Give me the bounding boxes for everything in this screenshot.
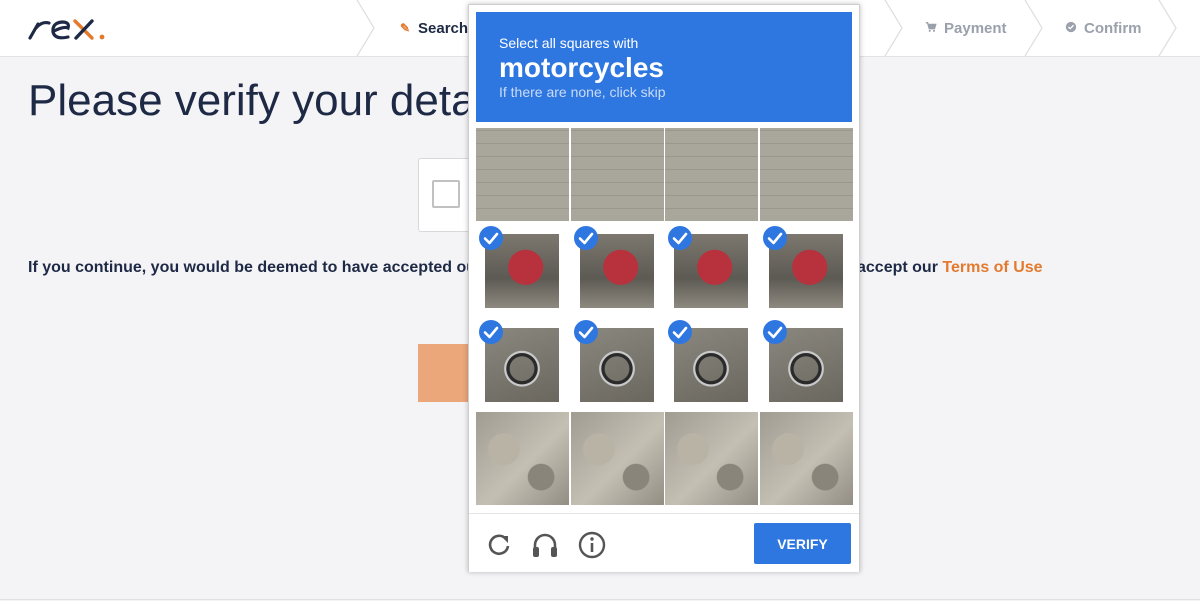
terms-suffix: accept our Terms of Use [857, 259, 1043, 277]
selected-check-icon [479, 320, 503, 344]
cart-icon [924, 21, 938, 36]
captcha-tile[interactable] [476, 128, 569, 221]
captcha-tile[interactable] [759, 128, 853, 221]
nav-step-label: Search [418, 19, 469, 37]
captcha-tile-image [476, 411, 569, 505]
captcha-hint: If there are none, click skip [499, 84, 666, 100]
captcha-tile[interactable] [665, 223, 758, 316]
captcha-tile[interactable] [759, 411, 853, 505]
nav-step-payment[interactable]: Payment [924, 0, 1007, 56]
verify-button[interactable]: VERIFY [754, 523, 851, 564]
nav-step-divider [1024, 0, 1044, 57]
captcha-tile-image [476, 128, 569, 221]
rex-logo[interactable] [28, 8, 118, 44]
selected-check-icon [573, 320, 598, 344]
selected-check-icon [573, 225, 598, 250]
captcha-tile[interactable] [760, 317, 853, 410]
selected-check-icon [479, 225, 503, 250]
footer-divider [0, 599, 1200, 600]
captcha-tile-image [570, 128, 664, 221]
captcha-tile[interactable] [476, 223, 569, 316]
selected-check-icon [762, 320, 787, 344]
captcha-tile[interactable] [665, 317, 758, 410]
captcha-tile-image [759, 128, 853, 221]
captcha-instruction: Select all squares with [499, 35, 639, 51]
captcha-tile-image [759, 411, 853, 505]
nav-step-search[interactable]: ✎ Search [398, 0, 468, 56]
captcha-tile-image [665, 128, 758, 221]
nav-step-divider [884, 0, 904, 57]
terms-suffix-text: accept our [857, 259, 938, 276]
captcha-checkbox[interactable] [432, 180, 460, 208]
nav-step-label: Payment [944, 19, 1007, 37]
headphones-icon[interactable] [530, 530, 560, 560]
captcha-tile[interactable] [570, 128, 664, 221]
terms-of-use-link[interactable]: Terms of Use [942, 259, 1042, 276]
nav-step-divider [356, 0, 376, 57]
selected-check-icon [762, 225, 787, 250]
captcha-image-grid [476, 128, 853, 505]
pencil-icon: ✎ [399, 21, 411, 35]
captcha-footer: VERIFY [469, 513, 859, 572]
nav-step-label: Confirm [1084, 19, 1142, 37]
captcha-tile[interactable] [571, 223, 664, 316]
nav-step-divider [1158, 0, 1178, 57]
captcha-tile[interactable] [476, 317, 569, 410]
selected-check-icon [668, 320, 692, 344]
captcha-header: Select all squares with motorcycles If t… [476, 12, 852, 122]
selected-check-icon [668, 225, 692, 250]
captcha-tile-image [665, 411, 758, 505]
captcha-tile[interactable] [570, 411, 664, 505]
page-title: Please verify your details [28, 76, 518, 125]
refresh-icon[interactable] [484, 530, 514, 560]
captcha-tile[interactable] [476, 411, 569, 505]
nav-step-confirm[interactable]: Confirm [1064, 0, 1142, 56]
info-icon[interactable] [577, 530, 607, 560]
captcha-tile[interactable] [665, 411, 758, 505]
captcha-tile[interactable] [571, 317, 664, 410]
captcha-dialog: Select all squares with motorcycles If t… [468, 4, 860, 572]
check-circle-icon [1064, 21, 1078, 36]
terms-prefix-text: If you continue, you would be deemed to … [28, 259, 483, 276]
captcha-tile[interactable] [760, 223, 853, 316]
captcha-tile[interactable] [665, 128, 758, 221]
captcha-target-object: motorcycles [499, 52, 664, 83]
captcha-tile-image [570, 411, 664, 505]
